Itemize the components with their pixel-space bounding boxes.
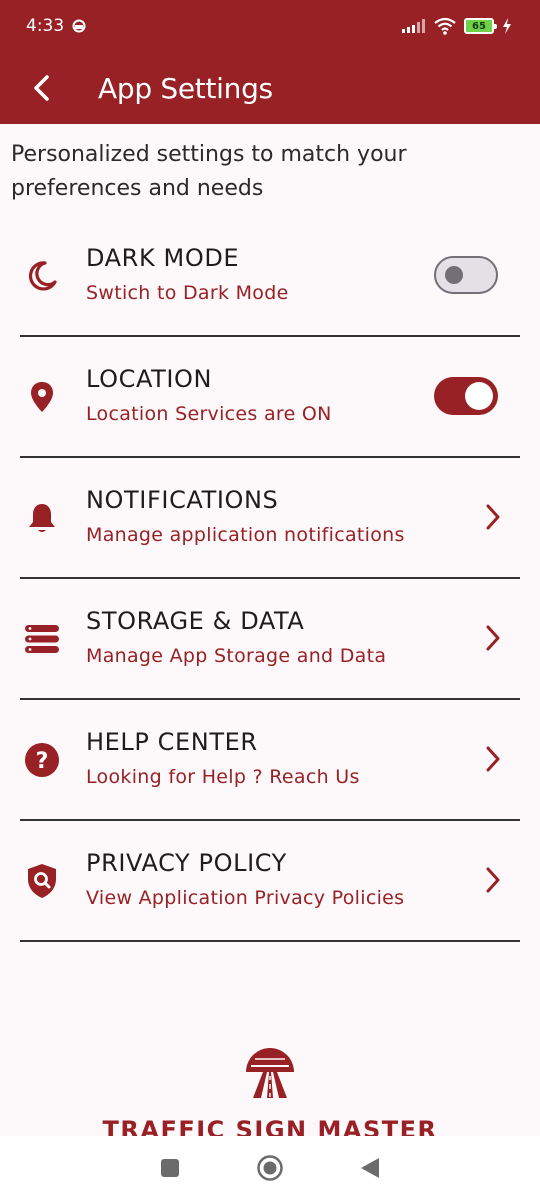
signal-icon (402, 19, 425, 33)
bell-icon (20, 496, 64, 540)
svg-text:?: ? (36, 749, 49, 774)
app-logo (241, 1042, 299, 1100)
home-circle-icon (257, 1155, 283, 1181)
setting-title: DARK MODE (86, 244, 240, 272)
chevron-right-icon (482, 623, 504, 653)
app-bar: App Settings (0, 52, 540, 124)
location-pin-icon (20, 375, 64, 419)
setting-title: PRIVACY POLICY (86, 849, 287, 877)
setting-title: HELP CENTER (86, 728, 258, 756)
setting-subtitle: Looking for Help ? Reach Us (86, 766, 360, 788)
setting-privacy-policy[interactable]: PRIVACY POLICY View Application Privacy … (20, 821, 520, 942)
dark-mode-toggle[interactable] (434, 256, 498, 294)
toggle-knob (445, 266, 463, 284)
location-toggle[interactable] (434, 377, 498, 415)
setting-title: NOTIFICATIONS (86, 486, 279, 514)
wifi-icon (434, 17, 456, 35)
back-button[interactable] (12, 58, 72, 118)
recents-button[interactable] (150, 1148, 190, 1188)
square-icon (161, 1159, 179, 1177)
setting-title: STORAGE & DATA (86, 607, 305, 635)
chevron-right-icon (482, 502, 504, 532)
toggle-knob (465, 382, 493, 410)
setting-storage[interactable]: STORAGE & DATA Manage App Storage and Da… (20, 579, 520, 700)
setting-subtitle: Manage application notifications (86, 524, 405, 546)
status-time: 4:33 (26, 16, 65, 36)
moon-icon (20, 254, 64, 298)
setting-title: LOCATION (86, 365, 213, 393)
setting-subtitle: Manage App Storage and Data (86, 645, 387, 667)
back-nav-button[interactable] (350, 1148, 390, 1188)
setting-help-center[interactable]: ? HELP CENTER Looking for Help ? Reach U… (20, 700, 520, 821)
triangle-back-icon (361, 1158, 379, 1178)
setting-subtitle: Swtich to Dark Mode (86, 282, 289, 304)
setting-location[interactable]: LOCATION Location Services are ON (20, 337, 520, 458)
shield-search-icon (20, 859, 64, 903)
notification-dot-icon (72, 19, 86, 33)
intro-text: Personalized settings to match your pref… (11, 142, 407, 201)
chevron-right-icon (482, 744, 504, 774)
back-arrow-icon (34, 75, 49, 101)
charging-icon (503, 18, 511, 34)
setting-subtitle: Location Services are ON (86, 403, 332, 425)
help-icon: ? (20, 738, 64, 782)
setting-notifications[interactable]: NOTIFICATIONS Manage application notific… (20, 458, 520, 579)
storage-icon (20, 617, 64, 661)
chevron-right-icon (482, 865, 504, 895)
system-nav-bar (0, 1136, 540, 1200)
setting-dark-mode[interactable]: DARK MODE Swtich to Dark Mode (20, 216, 520, 337)
setting-subtitle: View Application Privacy Policies (86, 887, 405, 909)
page-title: App Settings (98, 71, 273, 105)
battery-indicator: 65 (464, 18, 497, 34)
home-button[interactable] (250, 1148, 290, 1188)
settings-list: DARK MODE Swtich to Dark Mode LOCATION L… (20, 216, 520, 942)
brand-name: TRAFFIC SIGN MASTER (102, 1116, 438, 1136)
status-bar: 4:33 65 (0, 0, 540, 52)
battery-level: 65 (472, 20, 486, 32)
